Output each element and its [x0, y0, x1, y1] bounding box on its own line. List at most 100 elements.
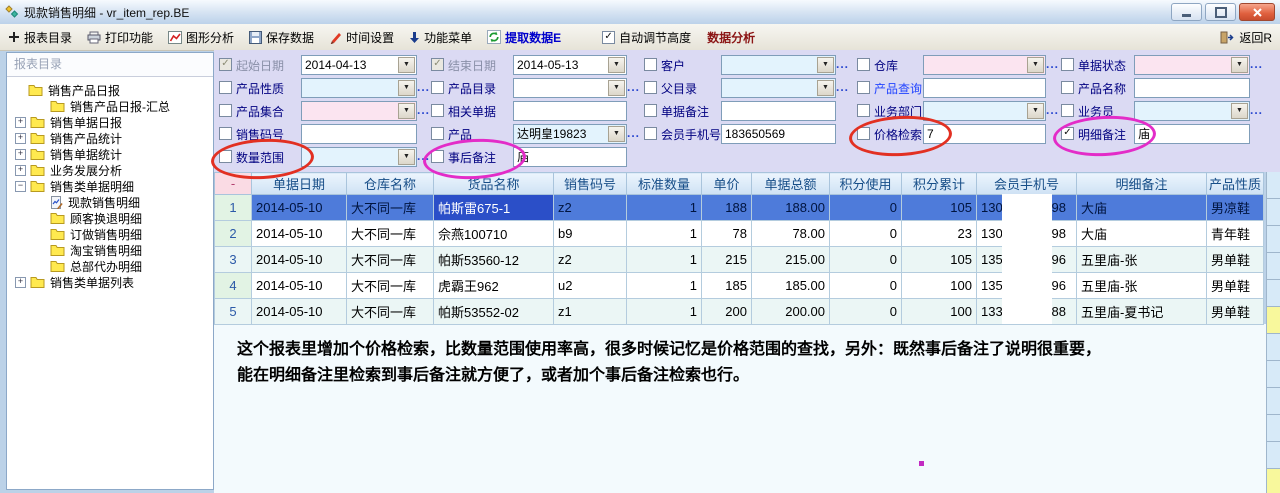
table-row[interactable]: 22014-05-10大不同一库佘燕100710b917878.00023130…	[215, 221, 1264, 247]
filter-checkbox[interactable]	[644, 104, 657, 117]
filter-dropdown[interactable]: 达明皇19823▼	[513, 124, 627, 144]
dropdown-arrow-icon[interactable]: ▼	[817, 80, 834, 96]
filter-dropdown[interactable]: ▼	[1134, 101, 1250, 121]
filter-checkbox[interactable]	[219, 150, 232, 163]
filter-checkbox[interactable]	[857, 81, 870, 94]
filter-checkbox[interactable]: ✓	[1061, 127, 1074, 140]
sidebar-item[interactable]: 顾客换退明细	[7, 210, 213, 226]
ellipsis-button[interactable]: ...	[1046, 57, 1059, 71]
ellipsis-button[interactable]: ...	[627, 80, 640, 94]
ellipsis-button[interactable]: ...	[1046, 103, 1059, 117]
sidebar-item[interactable]: 淘宝销售明细	[7, 242, 213, 258]
expand-plus-icon[interactable]: +	[15, 133, 26, 144]
filter-dropdown[interactable]: 2014-04-13▼	[301, 55, 417, 75]
filter-dropdown[interactable]: ▼	[1134, 55, 1250, 75]
filter-dropdown[interactable]: ▼	[721, 55, 836, 75]
ellipsis-button[interactable]: ...	[417, 80, 430, 94]
toolbar-button-arrow[interactable]: 功能菜单	[409, 29, 472, 46]
minimize-button[interactable]	[1171, 3, 1202, 21]
table-row[interactable]: 12014-05-10大不同一库帕斯雷675-1z21188188.000105…	[215, 195, 1264, 221]
ellipsis-button[interactable]: ...	[1250, 57, 1263, 71]
toolbar-button-pen[interactable]: 时间设置	[329, 29, 394, 46]
dropdown-arrow-icon[interactable]: ▼	[817, 57, 834, 73]
column-header[interactable]: 积分累计	[902, 173, 977, 195]
filter-checkbox[interactable]	[1061, 81, 1074, 94]
column-header[interactable]: 明细备注	[1077, 173, 1207, 195]
dropdown-arrow-icon[interactable]: ▼	[398, 149, 415, 165]
filter-checkbox[interactable]	[857, 104, 870, 117]
sidebar-item[interactable]: +销售单据日报	[7, 114, 213, 130]
column-header[interactable]: 积分使用	[830, 173, 902, 195]
column-header[interactable]: 销售码号	[554, 173, 627, 195]
sidebar-item[interactable]: −销售类单据明细	[7, 178, 213, 194]
sidebar-item[interactable]: +销售单据统计	[7, 146, 213, 162]
ellipsis-button[interactable]: ...	[1250, 103, 1263, 117]
filter-text-input[interactable]	[513, 101, 627, 121]
filter-checkbox[interactable]	[219, 104, 232, 117]
expand-plus-icon[interactable]: +	[15, 117, 26, 128]
column-header[interactable]: 单价	[702, 173, 752, 195]
data-analysis-button[interactable]: 数据分析	[707, 29, 755, 46]
filter-checkbox[interactable]	[219, 127, 232, 140]
filter-dropdown[interactable]: ▼	[513, 78, 627, 98]
filter-checkbox[interactable]	[431, 127, 444, 140]
dropdown-arrow-icon[interactable]: ▼	[398, 80, 415, 96]
filter-text-input[interactable]	[301, 124, 417, 144]
filter-checkbox[interactable]	[431, 150, 444, 163]
filter-checkbox[interactable]: ✓	[219, 58, 232, 71]
dropdown-arrow-icon[interactable]: ▼	[1231, 57, 1248, 73]
filter-checkbox[interactable]	[644, 127, 657, 140]
column-header[interactable]: 货品名称	[434, 173, 554, 195]
filter-checkbox[interactable]	[219, 81, 232, 94]
sidebar-item[interactable]: +业务发展分析	[7, 162, 213, 178]
expand-plus-icon[interactable]: +	[15, 277, 26, 288]
ellipsis-button[interactable]: ...	[836, 57, 849, 71]
column-header[interactable]: 会员手机号	[977, 173, 1077, 195]
ellipsis-button[interactable]: ...	[417, 103, 430, 117]
filter-text-input[interactable]: 183650569	[721, 124, 836, 144]
column-header[interactable]: 产品性质	[1207, 173, 1264, 195]
filter-dropdown[interactable]: ▼	[923, 101, 1046, 121]
dropdown-arrow-icon[interactable]: ▼	[1027, 103, 1044, 119]
return-button[interactable]: 返回R	[1220, 29, 1272, 46]
collapse-minus-icon[interactable]: −	[15, 181, 26, 192]
column-header[interactable]: 单据日期	[252, 173, 347, 195]
column-header[interactable]: 仓库名称	[347, 173, 434, 195]
expand-plus-icon[interactable]: +	[15, 165, 26, 176]
filter-checkbox[interactable]	[644, 81, 657, 94]
filter-text-input[interactable]: 庙	[1134, 124, 1250, 144]
auto-height-toggle[interactable]: ✓ 自动调节高度	[602, 29, 691, 46]
filter-checkbox[interactable]	[644, 58, 657, 71]
sidebar-item-selected[interactable]: 现款销售明细	[7, 194, 213, 210]
sidebar-item[interactable]: 订做销售明细	[7, 226, 213, 242]
filter-checkbox[interactable]	[857, 58, 870, 71]
toolbar-button-refresh[interactable]: 提取数据E	[487, 29, 561, 46]
filter-dropdown[interactable]: ▼	[721, 78, 836, 98]
filter-text-input[interactable]	[721, 101, 836, 121]
column-header[interactable]: 标准数量	[627, 173, 702, 195]
filter-checkbox[interactable]	[857, 127, 870, 140]
filter-checkbox[interactable]	[1061, 58, 1074, 71]
filter-text-input[interactable]	[923, 78, 1046, 98]
dropdown-arrow-icon[interactable]: ▼	[1027, 57, 1044, 73]
table-row[interactable]: 42014-05-10大不同一库虎霸王962u21185185.00010013…	[215, 273, 1264, 299]
ellipsis-button[interactable]: ...	[627, 126, 640, 140]
table-row[interactable]: 52014-05-10大不同一库帕斯53552-02z11200200.0001…	[215, 299, 1264, 325]
column-header[interactable]: 单据总额	[752, 173, 830, 195]
filter-dropdown[interactable]: ▼	[923, 55, 1046, 75]
filter-text-input[interactable]	[1134, 78, 1250, 98]
filter-dropdown[interactable]: ▼	[301, 147, 417, 167]
sidebar-item[interactable]: 总部代办明细	[7, 258, 213, 274]
sidebar-item[interactable]: 销售产品日报	[7, 82, 213, 98]
expand-plus-icon[interactable]: +	[15, 149, 26, 160]
filter-dropdown[interactable]: ▼	[301, 78, 417, 98]
ellipsis-button[interactable]: ...	[836, 80, 849, 94]
filter-text-input[interactable]: 7	[923, 124, 1046, 144]
sidebar-item[interactable]: +销售类单据列表	[7, 274, 213, 290]
table-row[interactable]: 32014-05-10大不同一库帕斯53560-12z21215215.0001…	[215, 247, 1264, 273]
toolbar-button-printer[interactable]: 打印功能	[87, 29, 153, 46]
dropdown-arrow-icon[interactable]: ▼	[608, 126, 625, 142]
dropdown-arrow-icon[interactable]: ▼	[1231, 103, 1248, 119]
filter-dropdown[interactable]: ▼	[301, 101, 417, 121]
close-button[interactable]	[1239, 3, 1275, 21]
